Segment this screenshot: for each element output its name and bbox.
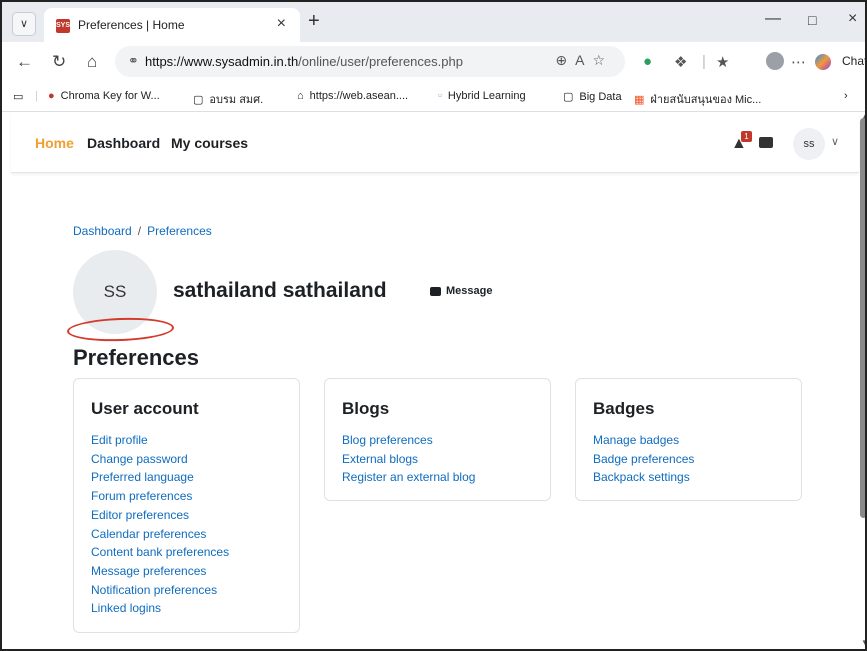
tab-close-icon[interactable]: × <box>277 15 286 33</box>
page-content: Home Dashboard My courses ▲ 1 ss ∨ Dashb… <box>11 113 859 649</box>
user-menu-avatar[interactable]: ss <box>793 128 825 160</box>
nav-my-courses[interactable]: My courses <box>171 135 248 151</box>
card-title: Blogs <box>342 399 390 418</box>
bookmark-item[interactable]: ▦ ฝ่ายสนับสนุนของ Mic... <box>634 90 761 108</box>
copilot-icon[interactable] <box>815 54 831 70</box>
breadcrumb-preferences[interactable]: Preferences <box>147 224 212 238</box>
messages-icon[interactable] <box>759 137 773 148</box>
link-preferred-language[interactable]: Preferred language <box>91 468 229 487</box>
card-link-list: Manage badges Badge preferences Backpack… <box>593 431 694 487</box>
refresh-icon[interactable]: ↻ <box>52 52 66 72</box>
bookmark-item[interactable]: ● Chroma Key for W... <box>48 90 160 102</box>
chevron-down-icon[interactable]: ∨ <box>831 135 839 148</box>
bookmark-item[interactable]: ▫ Hybrid Learning <box>438 90 526 102</box>
tab-title: Preferences | Home <box>78 18 185 32</box>
bookmarks-overflow-icon[interactable]: › <box>844 90 848 102</box>
bookmark-item[interactable]: ⌂ https://web.asean.... <box>297 90 408 102</box>
link-external-blogs[interactable]: External blogs <box>342 450 475 469</box>
bookmarks-bar: ▭ | ● Chroma Key for W... ▢ อบรม สมศ. ⌂ htt… <box>2 82 865 112</box>
browser-window: ∨ SYS Preferences | Home × + — □ × ← ↻ ⌂… <box>0 0 867 651</box>
sidebar-toggle-icon[interactable]: ▭ <box>13 90 23 103</box>
breadcrumb: Dashboard / Preferences <box>73 224 212 238</box>
bookmark-item[interactable]: ▢ อบรม สมศ. <box>193 90 263 108</box>
puzzle-icon[interactable]: ❖ <box>674 53 687 71</box>
notification-count-badge: 1 <box>741 131 752 142</box>
home-icon[interactable]: ⌂ <box>87 52 97 72</box>
record-icon: ● <box>48 90 55 102</box>
card-badges: Badges Manage badges Badge preferences B… <box>575 378 802 501</box>
folder-icon: ▢ <box>563 91 574 103</box>
profile-name: sathailand sathailand <box>173 279 387 302</box>
profile-photo-icon[interactable] <box>766 52 784 70</box>
link-blog-preferences[interactable]: Blog preferences <box>342 431 475 450</box>
url-text: https://www.sysadmin.in.th/online/user/p… <box>145 54 463 69</box>
extension-icon[interactable]: ● <box>643 53 652 70</box>
folder-icon: ▢ <box>193 94 204 106</box>
page-title: Preferences <box>73 345 199 370</box>
link-forum-preferences[interactable]: Forum preferences <box>91 487 229 506</box>
tab-list-chevron-icon[interactable]: ∨ <box>12 12 36 36</box>
address-row: ← ↻ ⌂ ⚭ https://www.sysadmin.in.th/onlin… <box>2 42 865 82</box>
minimize-icon[interactable]: — <box>765 10 781 28</box>
chat-label[interactable]: Chat <box>842 54 865 68</box>
divider: | <box>35 90 38 102</box>
new-tab-icon[interactable]: + <box>308 10 320 33</box>
card-title: User account <box>91 399 199 418</box>
link-edit-profile[interactable]: Edit profile <box>91 431 229 450</box>
link-content-bank-preferences[interactable]: Content bank preferences <box>91 543 229 562</box>
link-backpack-settings[interactable]: Backpack settings <box>593 468 694 487</box>
back-arrow-icon[interactable]: ← <box>16 52 33 72</box>
tab-strip: ∨ SYS Preferences | Home × + — □ × <box>2 2 865 42</box>
nav-dashboard[interactable]: Dashboard <box>87 135 160 151</box>
scroll-down-icon[interactable]: ▼ <box>861 638 865 647</box>
more-icon[interactable]: ⋯ <box>791 53 806 71</box>
tab-preferences[interactable]: SYS Preferences | Home × <box>44 8 300 42</box>
card-title: Badges <box>593 399 655 418</box>
home-icon: ⌂ <box>297 90 304 102</box>
site-favicon-icon: SYS <box>56 19 70 33</box>
link-notification-preferences[interactable]: Notification preferences <box>91 581 229 600</box>
card-blogs: Blogs Blog preferences External blogs Re… <box>324 378 551 501</box>
card-user-account: User account Edit profile Change passwor… <box>73 378 300 633</box>
link-change-password[interactable]: Change password <box>91 450 229 469</box>
link-message-preferences[interactable]: Message preferences <box>91 562 229 581</box>
page-icon: ▫ <box>438 90 442 102</box>
link-register-external-blog[interactable]: Register an external blog <box>342 468 475 487</box>
link-calendar-preferences[interactable]: Calendar preferences <box>91 525 229 544</box>
window-close-icon[interactable]: × <box>848 10 857 28</box>
scrollbar-thumb[interactable] <box>860 118 865 518</box>
link-linked-logins[interactable]: Linked logins <box>91 599 229 618</box>
link-editor-preferences[interactable]: Editor preferences <box>91 506 229 525</box>
card-link-list: Edit profile Change password Preferred l… <box>91 431 229 618</box>
breadcrumb-separator: / <box>137 224 142 238</box>
divider: | <box>702 53 706 70</box>
message-bubble-icon <box>430 286 441 296</box>
link-badge-preferences[interactable]: Badge preferences <box>593 450 694 469</box>
bookmark-item[interactable]: ▢ Big Data <box>563 90 622 103</box>
favorites-icon[interactable]: ★ <box>716 53 729 71</box>
breadcrumb-dashboard[interactable]: Dashboard <box>73 224 132 238</box>
card-link-list: Blog preferences External blogs Register… <box>342 431 475 487</box>
site-info-icon[interactable]: ⚭ <box>128 53 139 69</box>
site-navbar: Home Dashboard My courses ▲ 1 ss ∨ <box>11 113 859 173</box>
maximize-icon[interactable]: □ <box>808 12 816 28</box>
message-button[interactable]: Message <box>430 285 492 297</box>
link-manage-badges[interactable]: Manage badges <box>593 431 694 450</box>
microsoft-icon: ▦ <box>634 94 645 106</box>
address-bar-icons[interactable]: ⊕A☆ <box>555 52 613 69</box>
address-bar[interactable]: ⚭ https://www.sysadmin.in.th/online/user… <box>115 46 625 77</box>
nav-home[interactable]: Home <box>35 135 74 151</box>
